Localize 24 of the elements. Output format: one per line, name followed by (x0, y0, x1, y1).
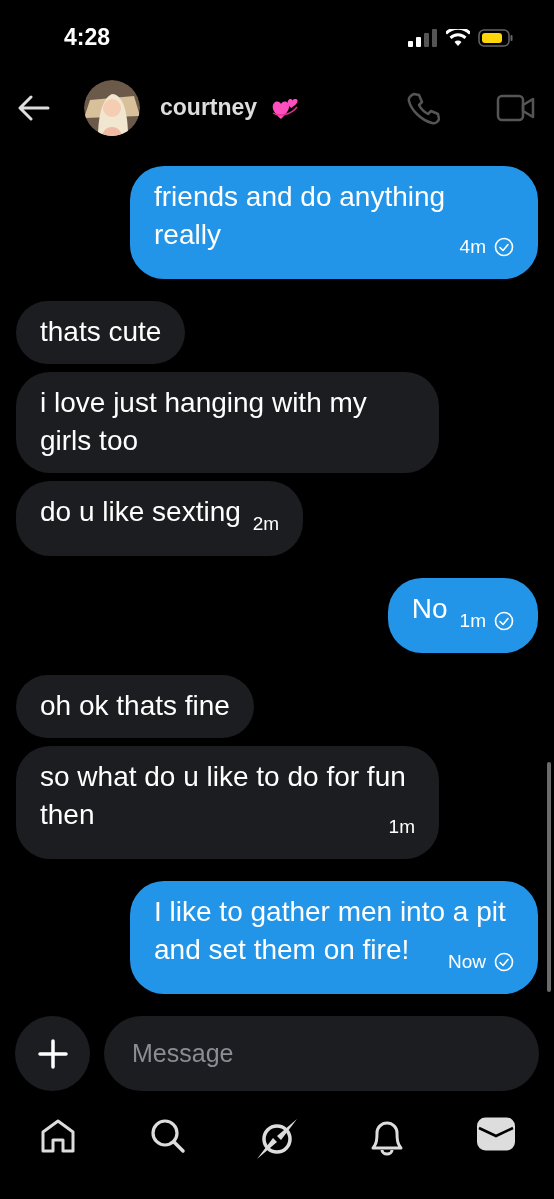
phone-icon[interactable] (406, 90, 440, 125)
message-bubble: i love just hanging with my girls too (16, 372, 439, 473)
video-camera-icon[interactable] (496, 92, 536, 123)
wifi-icon (446, 28, 470, 47)
scroll-bar[interactable] (547, 762, 551, 992)
plus-icon (37, 1038, 68, 1069)
message-bubble: friends and do anything really 4m (130, 166, 538, 279)
message-bubble: No 1m (387, 578, 538, 653)
message-bubble: do u like sexting 2m (16, 481, 304, 556)
status-time: 4:28 (64, 24, 111, 51)
message-bubble: so what do u like to do for fun then 1m (16, 746, 439, 859)
signal-icon (408, 28, 438, 47)
search-icon[interactable] (148, 1117, 187, 1155)
compass-icon[interactable] (255, 1117, 299, 1161)
home-icon[interactable] (39, 1117, 77, 1155)
avatar[interactable] (84, 79, 140, 136)
back-arrow-icon[interactable] (18, 94, 50, 121)
battery-icon (478, 28, 514, 47)
mail-icon[interactable] (477, 1117, 515, 1151)
message-bubble: thats cute (16, 301, 186, 364)
message-bubble: I like to gather men into a pit and set them on fire! Now (130, 881, 538, 994)
contact-name[interactable]: courtney (160, 94, 258, 121)
message-bubble: oh ok thats fine (16, 675, 254, 738)
message-field[interactable]: Message (104, 1016, 539, 1091)
